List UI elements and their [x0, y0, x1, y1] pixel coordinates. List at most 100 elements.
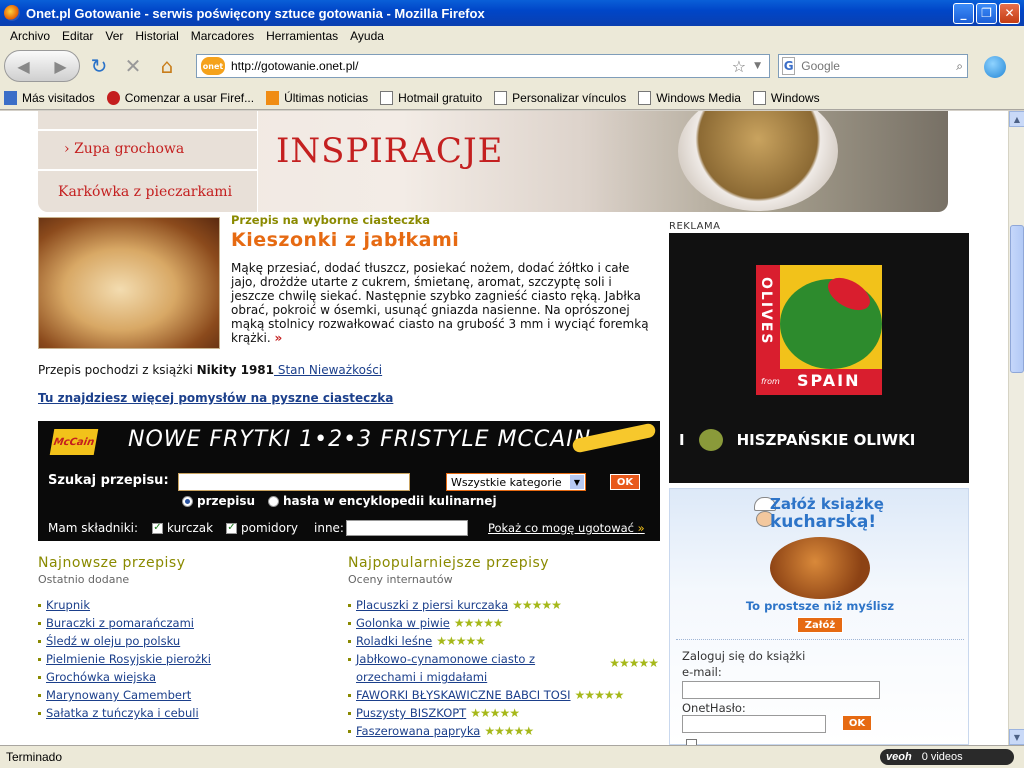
radio-selected-icon[interactable] — [182, 495, 193, 507]
url-bar[interactable]: onet http://gotowanie.onet.pl/ ☆ ▼ — [196, 54, 770, 78]
search-ok-button[interactable]: OK — [610, 474, 640, 490]
vertical-scrollbar[interactable]: ▲ ▼ — [1008, 111, 1024, 745]
minimize-button[interactable]: _ — [953, 2, 974, 24]
newest-recipes: Najnowsze przepisy Ostatnio dodane Krupn… — [38, 555, 338, 722]
category-select[interactable]: Wszystkie kategorie ▼ — [446, 473, 586, 491]
olive-heart-icon — [698, 429, 723, 451]
forward-icon[interactable]: ▶ — [54, 57, 66, 76]
cookbook-promo: Załóż książkę kucharską! To prostsze niż… — [669, 488, 969, 745]
popular-subheading: Oceny internautów — [348, 573, 453, 586]
search-bar[interactable]: G ⌕ — [778, 54, 968, 78]
checkbox-kurczak[interactable]: ✓ kurczak — [152, 521, 213, 535]
password-field[interactable] — [682, 715, 826, 733]
list-item[interactable]: Placuszki z piersi kurczaka ★★★★★ — [348, 596, 658, 614]
scroll-thumb[interactable] — [1010, 225, 1024, 373]
list-item[interactable]: Sałatka z tuńczyka i cebuli — [38, 704, 338, 722]
checkbox-pomidory[interactable]: ✓ pomidory — [226, 521, 298, 535]
menu-herramientas[interactable]: Herramientas — [260, 29, 344, 43]
radio-unselected-icon[interactable] — [268, 495, 279, 507]
show-what-to-cook-link[interactable]: Pokaż co mogę ugotować » — [488, 521, 645, 535]
bookmark-mas-visitados[interactable]: Más visitados — [4, 90, 95, 105]
hero-link-zupa-grochowa[interactable]: › Zupa grochowa — [64, 141, 184, 157]
url-text[interactable]: http://gotowanie.onet.pl/ — [231, 59, 732, 73]
menu-historial[interactable]: Historial — [129, 29, 184, 43]
radio-recipe[interactable]: przepisu — [182, 494, 255, 508]
menu-ayuda[interactable]: Ayuda — [344, 29, 390, 43]
recipe-title[interactable]: Kieszonki z jabłkami — [231, 229, 459, 251]
list-item[interactable]: Śledź w oleju po polsku — [38, 632, 338, 650]
maximize-button[interactable]: ❐ — [976, 2, 997, 24]
cookbook-title: Załóż książkę kucharską! — [770, 495, 884, 532]
list-item[interactable]: Marynowany Camembert — [38, 686, 338, 704]
other-ingredients-label: inne: — [314, 521, 344, 535]
hero-link-karkowka[interactable]: Karkówka z pieczarkami — [58, 184, 232, 200]
search-recipe-label: Szukaj przepisu: — [48, 473, 169, 488]
menu-bar: Archivo Editar Ver Historial Marcadores … — [0, 26, 1024, 46]
search-engine-icon[interactable]: G — [782, 57, 796, 75]
chevron-down-icon[interactable]: ▼ — [570, 475, 584, 489]
scroll-up-icon[interactable]: ▲ — [1009, 111, 1024, 127]
go-icon[interactable] — [984, 56, 1006, 78]
bookmark-windows[interactable]: Windows — [752, 90, 820, 105]
recipe-photo[interactable] — [38, 217, 220, 349]
page-icon — [752, 90, 766, 105]
bookmark-ultimas-noticias[interactable]: Últimas noticias — [266, 90, 368, 105]
other-ingredients-input[interactable] — [346, 520, 468, 536]
divider — [676, 639, 964, 640]
stop-icon[interactable]: ✕ — [118, 51, 148, 81]
olives-ad-banner[interactable]: OLIVES from SPAIN I HISZPAŃSKIE OLIWKI — [669, 233, 969, 483]
page-viewport: › Zupa grochowa Karkówka z pieczarkami I… — [0, 111, 1008, 745]
search-input[interactable] — [797, 59, 957, 73]
book-link[interactable]: Stan Nieważkości — [274, 363, 382, 377]
bookmark-hotmail[interactable]: Hotmail gratuito — [380, 90, 482, 105]
list-item[interactable]: Krupnik — [38, 596, 338, 614]
veoh-count: 0 videos — [921, 751, 963, 763]
scroll-down-icon[interactable]: ▼ — [1009, 729, 1024, 745]
site-favicon: onet — [201, 57, 225, 75]
list-item[interactable]: Golonka w piwie ★★★★★ — [348, 614, 658, 632]
rating-stars-icon: ★★★★★ — [470, 706, 520, 720]
list-item[interactable]: FAWORKI BŁYSKAWICZNE BABCI TOSI ★★★★★ — [348, 686, 658, 704]
search-magnifier-icon[interactable]: ⌕ — [956, 59, 963, 74]
olives-text: OLIVES — [758, 277, 774, 346]
back-icon[interactable]: ◀ — [17, 57, 29, 76]
url-dropdown-icon[interactable]: ▼ — [754, 61, 761, 71]
email-field[interactable] — [682, 681, 880, 699]
home-icon[interactable]: ⌂ — [152, 51, 182, 81]
menu-archivo[interactable]: Archivo — [4, 29, 56, 43]
list-item[interactable]: Pielmienie Rosyjskie pierożki — [38, 650, 338, 668]
firefox-icon — [4, 5, 20, 21]
menu-marcadores[interactable]: Marcadores — [185, 29, 260, 43]
recipe-more-link[interactable]: » — [274, 331, 282, 345]
recipe-kicker: Przepis na wyborne ciasteczka — [231, 213, 431, 227]
bookmarks-toolbar: Más visitados Comenzar a usar Firef... Ú… — [0, 86, 1024, 110]
from-text: from — [761, 377, 780, 386]
menu-editar[interactable]: Editar — [56, 29, 99, 43]
page-icon — [380, 90, 394, 105]
checkbox-checked-icon[interactable]: ✓ — [226, 522, 237, 534]
list-item[interactable]: Roladki leśne ★★★★★ — [348, 632, 658, 650]
reload-icon[interactable]: ↻ — [84, 51, 114, 81]
menu-ver[interactable]: Ver — [99, 29, 129, 43]
radio-encyclopedia[interactable]: hasła w encyklopedii kulinarnej — [268, 494, 497, 508]
rss-icon — [266, 90, 280, 105]
close-button[interactable]: ✕ — [999, 2, 1020, 24]
bookmark-comenzar[interactable]: Comenzar a usar Firef... — [106, 90, 254, 105]
veoh-widget[interactable]: veoh 0 videos — [880, 749, 1014, 765]
list-item[interactable]: Puszysty BISZKOPT ★★★★★ — [348, 704, 658, 722]
mccain-banner[interactable]: McCain NOWE FRYTKI 1•2•3 FRISTYLE MCCAIN — [38, 421, 660, 459]
recipe-search-input[interactable] — [178, 473, 410, 491]
list-item[interactable]: Grochówka wiejska — [38, 668, 338, 686]
bookmark-personalizar[interactable]: Personalizar vínculos — [494, 90, 626, 105]
more-cookies-link[interactable]: Tu znajdziesz więcej pomysłów na pyszne … — [38, 391, 393, 405]
status-text: Terminado — [6, 750, 63, 764]
list-item[interactable]: Faszerowana papryka ★★★★★ — [348, 722, 658, 740]
checkbox-checked-icon[interactable]: ✓ — [152, 522, 163, 534]
bookmark-star-icon[interactable]: ☆ — [732, 57, 746, 76]
recipe-search-panel: McCain NOWE FRYTKI 1•2•3 FRISTYLE MCCAIN… — [38, 421, 660, 541]
list-item[interactable]: Jabłkowo-cynamonowe ciasto z orzechami i… — [348, 650, 659, 686]
login-ok-button[interactable]: OK — [842, 715, 872, 731]
list-item[interactable]: Buraczki z pomarańczami — [38, 614, 338, 632]
bookmark-windows-media[interactable]: Windows Media — [638, 90, 741, 105]
create-cookbook-button[interactable]: Załóż — [797, 617, 843, 633]
